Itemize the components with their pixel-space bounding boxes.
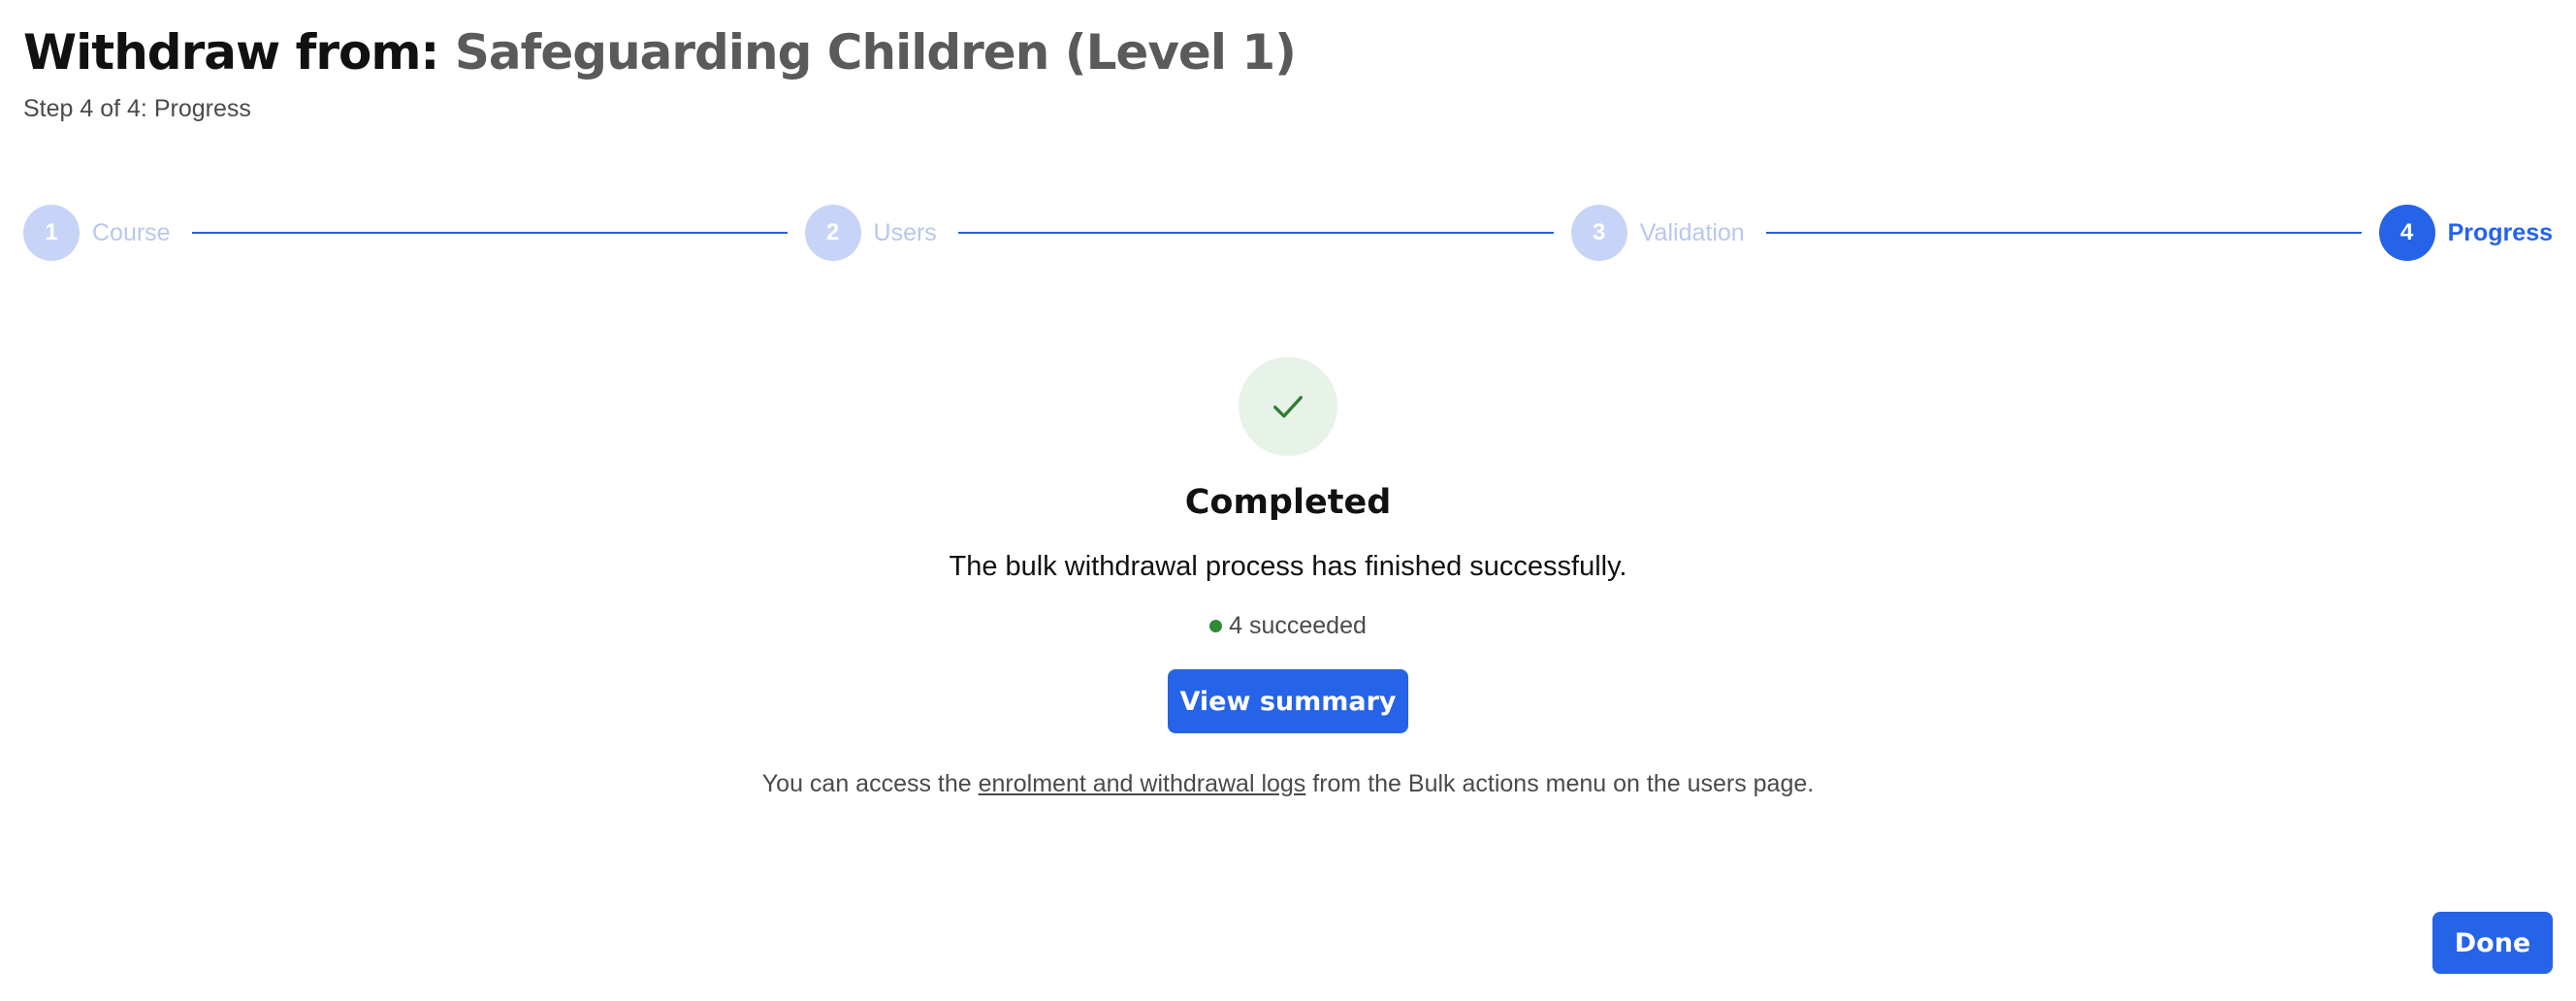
step-connector: [957, 232, 1554, 234]
step-number: 2: [804, 205, 861, 261]
step-number: 4: [2378, 205, 2435, 261]
succeeded-text: 4 succeeded: [1229, 612, 1367, 639]
step-number: 1: [23, 205, 80, 261]
view-summary-button[interactable]: View summary: [1168, 669, 1408, 733]
logs-note: You can access the enrolment and withdra…: [762, 770, 1814, 798]
completed-heading: Completed: [1184, 483, 1392, 522]
step-label: Progress: [2447, 218, 2553, 246]
step-course: 1 Course: [23, 205, 171, 261]
page-title: Withdraw from: Safeguarding Children (Le…: [23, 21, 1297, 83]
step-users: 2 Users: [804, 205, 937, 261]
success-dot-icon: [1209, 620, 1223, 632]
logs-note-before: You can access the: [761, 770, 979, 797]
step-number: 3: [1570, 205, 1627, 261]
success-badge: [1239, 357, 1337, 456]
succeeded-count: 4 succeeded: [1209, 612, 1367, 640]
step-label: Users: [873, 218, 937, 246]
step-connector: [191, 232, 788, 234]
step-validation: 3 Validation: [1570, 205, 1745, 261]
completion-panel: Completed The bulk withdrawal process ha…: [0, 357, 2576, 798]
title-prefix: Withdraw from:: [23, 24, 439, 81]
checkmark-icon: [1273, 396, 1303, 418]
withdraw-wizard-page: Withdraw from: Safeguarding Children (Le…: [0, 0, 2576, 1001]
page-header: Withdraw from: Safeguarding Children (Le…: [23, 21, 1297, 123]
logs-note-after: from the Bulk actions menu on the users …: [1305, 770, 1815, 797]
step-indicator-text: Step 4 of 4: Progress: [23, 95, 251, 122]
step-progress: 4 Progress: [2378, 205, 2553, 261]
step-connector: [1765, 232, 2362, 234]
course-name: Safeguarding Children (Level 1): [454, 24, 1297, 81]
step-label: Validation: [1639, 218, 1745, 246]
enrolment-withdrawal-logs-link[interactable]: enrolment and withdrawal logs: [979, 770, 1306, 797]
completion-message: The bulk withdrawal process has finished…: [949, 551, 1627, 582]
step-label: Course: [92, 218, 171, 246]
done-button[interactable]: Done: [2432, 912, 2553, 974]
progress-stepper: 1 Course 2 Users 3 Validation 4 Progress: [23, 204, 2553, 262]
